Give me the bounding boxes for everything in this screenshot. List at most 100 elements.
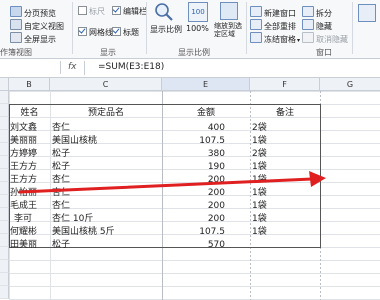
cell-name[interactable]: 王方方 [10,174,37,187]
formula-bar-checkbox[interactable]: 编辑栏 [112,6,147,17]
headings-checkbox[interactable]: 标题 [112,27,139,38]
cell-item[interactable]: 美国山核桃 5斤 [52,226,115,239]
cell-name[interactable]: 方婷婷 [10,148,37,161]
cell-amount[interactable]: 380 [190,148,225,161]
unhide-button[interactable]: 取消隐藏 [302,32,348,45]
cell-note[interactable]: 1袋 [252,135,267,148]
new-window-icon [250,6,262,17]
cell-name[interactable]: 美丽丽 [10,135,37,148]
page-break-icon [10,6,22,17]
gridlines-checkbox[interactable]: 网格线 [78,27,113,38]
zoom-button[interactable]: 显示比例 [150,2,182,46]
row-header[interactable] [0,169,9,182]
checkbox-checked-icon [112,6,121,15]
fx-icon[interactable]: fx [68,62,77,72]
group-separator [352,2,353,54]
row-header[interactable] [0,221,9,234]
hide-button[interactable]: 隐藏 [302,19,332,32]
zoom-group-label: 显示比例 [178,48,210,57]
row-header[interactable] [0,247,9,260]
divider [84,61,85,75]
column-header-c[interactable]: C [50,78,162,91]
cell-item[interactable]: 杏仁 [52,187,70,200]
row-header[interactable] [0,182,9,195]
cell-note[interactable]: 1袋 [252,200,267,213]
row-header[interactable] [0,195,9,208]
arrange-all-button[interactable]: 全部重排 [250,19,296,32]
cell-amount[interactable]: 107.5 [190,135,225,148]
cell-amount[interactable]: 400 [190,122,225,135]
freeze-panes-icon [250,32,262,43]
formula-input[interactable]: =SUM(E3:E18) [98,62,164,72]
split-icon [302,6,314,17]
window-group-label: 窗口 [316,48,332,57]
cell-name[interactable]: 田美丽 [10,239,37,252]
row-header[interactable] [0,130,9,143]
new-window-button[interactable]: 新建窗口 [250,6,296,19]
hide-icon [302,19,314,30]
cell-item[interactable]: 杏仁 [52,200,70,213]
zoom-to-selection-button[interactable]: 缩放到选定区域 [214,2,244,46]
cell-name[interactable]: 孙怡丽 [10,187,37,200]
cell-amount[interactable]: 200 [190,213,225,226]
group-separator [72,2,73,54]
cell-amount[interactable]: 107.5 [190,226,225,239]
arrange-all-icon [250,19,262,30]
row-header[interactable] [0,104,9,117]
cell-note[interactable]: 2袋 [252,122,267,135]
row-header[interactable] [0,91,9,104]
column-header-f[interactable]: F [250,78,320,91]
chevron-down-icon: ▾ [297,37,301,44]
row-header[interactable] [0,117,9,130]
cell-note[interactable]: 1袋 [252,161,267,174]
cell-note[interactable]: 1袋 [252,174,267,187]
cell-note[interactable]: 2袋 [252,148,267,161]
page-break-preview-button[interactable]: 分页预览 [10,6,56,19]
unhide-icon [302,32,314,43]
cell-amount[interactable]: 200 [190,200,225,213]
header-name: 姓名 [20,108,39,118]
cell-name[interactable]: 王方方 [10,161,37,174]
row-header[interactable] [0,156,9,169]
cell-name[interactable]: 李可 [14,213,32,226]
cell-item[interactable]: 杏仁 [52,174,70,187]
split-button[interactable]: 拆分 [302,6,332,19]
cell-name[interactable]: 刘文鑫 [10,122,37,135]
full-screen-button[interactable]: 全屏显示 [10,32,56,45]
magnifier-icon [155,3,173,21]
cell-note[interactable]: 1袋 [252,213,267,226]
row-header[interactable] [0,208,9,221]
cell-item[interactable]: 松子 [52,148,70,161]
row-header[interactable] [0,260,9,273]
row-header[interactable] [0,234,9,247]
show-group-label: 显示 [100,48,116,57]
freeze-panes-button[interactable]: 冻结窗格▾ [250,32,300,45]
column-header-g[interactable]: G [320,78,380,91]
column-header-b[interactable]: B [9,78,50,91]
switch-windows-button[interactable] [356,4,378,44]
cell-name[interactable]: 何耀彬 [10,226,37,239]
cell-item[interactable]: 杏仁 10斤 [52,213,93,226]
zoom-100-button[interactable]: 100 100% [186,2,210,46]
row-header[interactable] [0,273,9,286]
column-header-e[interactable]: E [162,78,250,91]
cell-name[interactable]: 毛成王 [10,200,37,213]
cell-item[interactable]: 松子 [52,239,70,252]
cell-item[interactable]: 杏仁 [52,122,70,135]
formula-bar: fx =SUM(E3:E18) [0,59,380,78]
cell-note[interactable]: 1袋 [252,187,267,200]
cell-item[interactable]: 松子 [52,161,70,174]
cell-amount[interactable]: 200 [190,174,225,187]
row-header[interactable] [0,286,9,299]
cell-amount[interactable]: 190 [190,161,225,174]
name-box[interactable] [0,61,61,74]
cell-note[interactable]: 1袋 [252,226,267,239]
select-all-corner[interactable] [0,78,9,91]
ruler-checkbox[interactable]: 标尺 [78,6,105,17]
cell-amount[interactable]: 200 [190,187,225,200]
cell-item[interactable]: 美国山核桃 [52,135,97,148]
row-header[interactable] [0,143,9,156]
checkbox-icon [78,6,87,15]
custom-views-button[interactable]: 自定义视图 [10,19,64,32]
cell-amount[interactable]: 570 [190,239,225,252]
